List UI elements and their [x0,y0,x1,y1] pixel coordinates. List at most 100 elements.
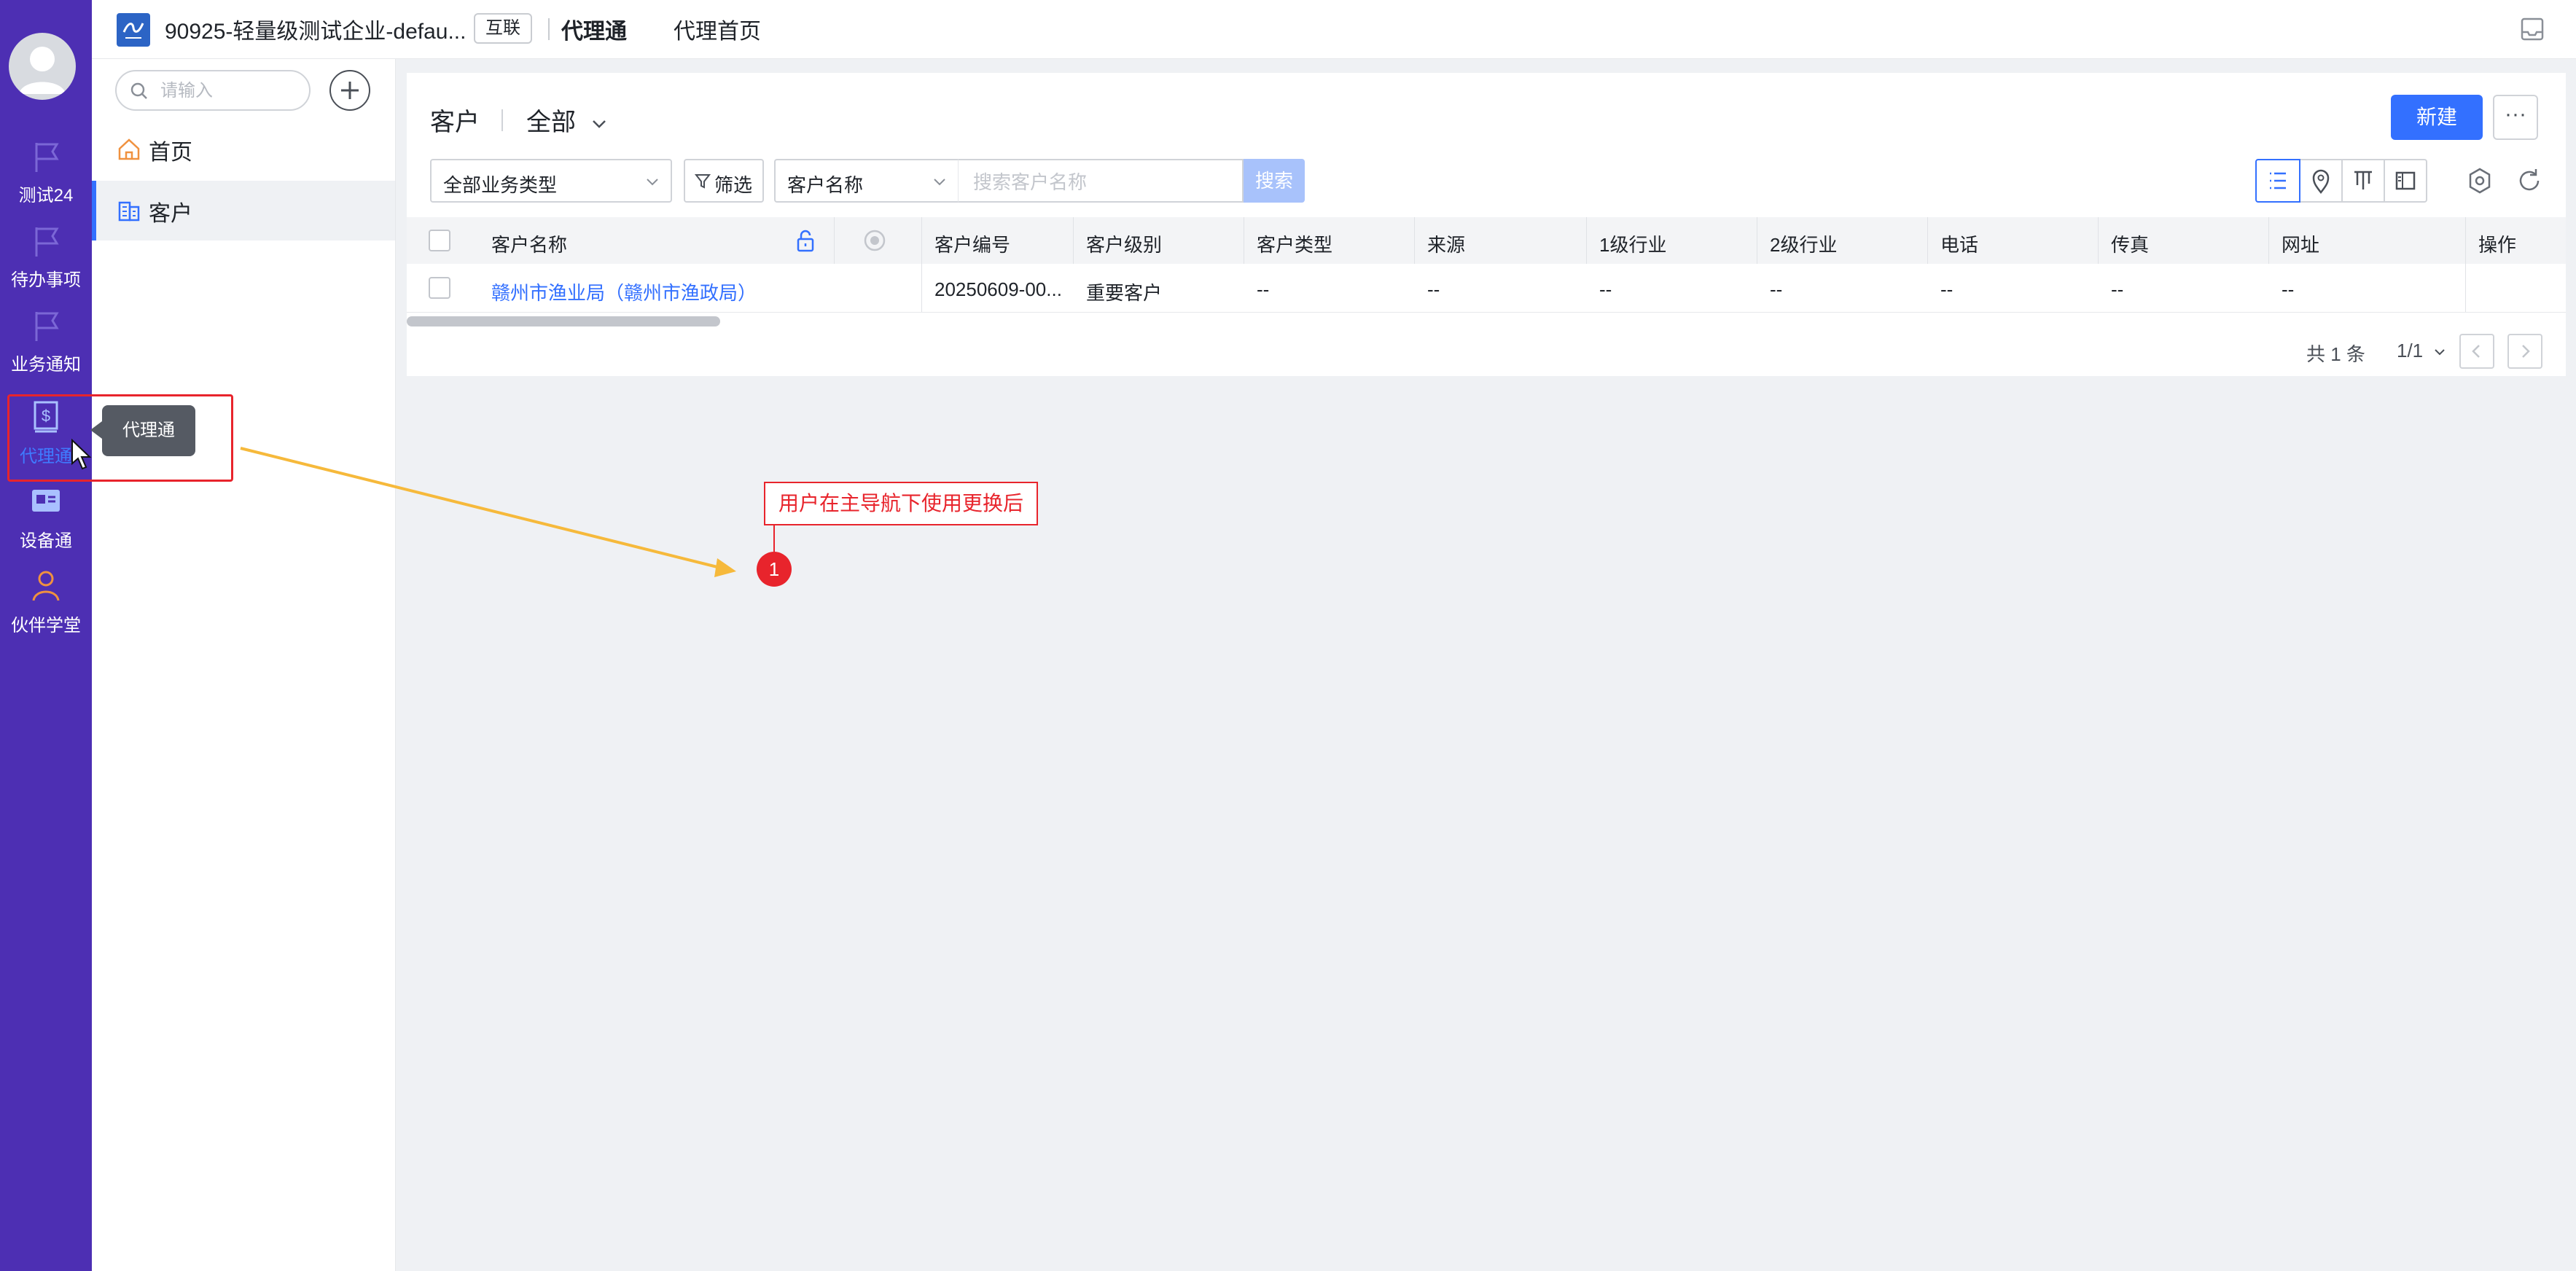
table-cell: -- [2111,278,2124,300]
secondary-sidebar [92,59,396,1271]
building-icon [118,201,140,222]
table-header: 客户名称 客户编号 客户级别 客户类型 来源 1级行业 2级行业 电话 传真 网… [407,217,2566,264]
table-cell: 20250609-00... [934,278,1062,300]
rail-item-academy[interactable]: 伙伴学堂 [0,568,92,649]
pager-page-select[interactable]: 1/1 [2397,340,2447,362]
search-field-value: 客户名称 [787,174,864,196]
search-field-select[interactable]: 客户名称 [774,159,958,203]
row-checkbox[interactable] [429,277,450,299]
rail-item-todo[interactable]: 待办事项 [0,223,92,303]
app-logo [117,13,150,47]
divider [548,18,550,40]
new-button[interactable]: 新建 [2391,95,2483,140]
refresh-icon[interactable] [2512,163,2547,198]
kanban-icon [2354,171,2372,189]
column-divider [2098,217,2099,264]
table-cell: 重要客户 [1086,282,1163,304]
select-all-checkbox[interactable] [429,230,450,251]
avatar[interactable] [9,33,76,100]
prev-page-button[interactable] [2459,334,2494,369]
rail-item-label: 测试24 [18,186,74,206]
rail-item-label: 伙伴学堂 [11,616,81,636]
view-filter-dropdown[interactable]: 全部 [526,102,609,138]
column-divider [1414,217,1415,264]
settings-icon[interactable] [2462,163,2497,198]
chevron-left-icon [2472,345,2480,358]
sidebar-item-label: 首页 [149,141,192,165]
table-cell: -- [1257,278,1270,300]
target-icon[interactable] [862,227,888,254]
column-header[interactable]: 客户编号 [934,230,1010,257]
more-button[interactable]: ··· [2493,95,2538,140]
business-type-value: 全部业务类型 [443,174,558,196]
home-icon [118,138,140,160]
column-header[interactable]: 传真 [2111,230,2149,257]
page-title: 客户 [430,109,480,136]
rail-item-label: 设备通 [20,531,72,551]
avatar-user-icon [19,47,66,94]
column-header[interactable]: 操作 [2478,230,2516,257]
app-logo-icon [122,23,144,39]
next-page-button[interactable] [2507,334,2542,369]
column-divider [2268,217,2269,264]
plus-icon [341,82,359,99]
id-card-icon [32,490,60,512]
column-header[interactable]: 客户级别 [1086,230,1162,257]
split-view-button[interactable] [2385,159,2427,203]
pager-total: 共 1 条 [2306,343,2365,365]
column-header[interactable]: 网址 [2282,230,2319,257]
sidebar-search-input[interactable] [159,79,300,103]
interconnect-badge: 互联 [474,13,532,44]
add-button[interactable] [329,70,370,111]
column-header[interactable]: 电话 [1940,230,1978,257]
view-filter-label: 全部 [526,109,576,136]
inbox-icon[interactable] [2518,15,2547,44]
flag-icon [35,143,59,172]
sidebar-item-label: 客户 [149,202,192,226]
list-icon [2270,172,2286,189]
rail-item-label: 业务通知 [11,355,81,375]
search-button[interactable]: 搜索 [1244,159,1305,203]
chevron-down-icon [934,179,945,186]
rail-item-biz-notice[interactable]: 业务通知 [0,308,92,388]
rail-item-device[interactable]: 设备通 [0,484,92,564]
app-title[interactable]: 90925-轻量级测试企业-defau... [165,13,466,45]
rail-item-test24[interactable]: 测试24 [0,138,92,219]
sidebar-item-home[interactable]: 首页 [92,120,395,179]
table-cell: -- [1940,278,1954,300]
kanban-view-button[interactable] [2343,159,2385,203]
column-header[interactable]: 客户名称 [491,230,567,257]
table-cell: -- [1599,278,1612,300]
chevron-down-icon [593,120,606,128]
filter-label: 筛选 [714,174,753,196]
lock-icon[interactable] [795,229,816,254]
sidebar-search[interactable] [115,70,311,111]
horizontal-scrollbar[interactable] [407,316,720,326]
customer-search-input[interactable] [972,169,1237,195]
column-divider [2465,217,2466,264]
business-type-select[interactable]: 全部业务类型 [430,159,672,203]
filter-button[interactable]: 筛选 [684,159,764,203]
column-divider [921,264,922,312]
sidebar-item-customer[interactable]: 客户 [92,181,395,240]
rail-item-label: 待办事项 [11,270,81,290]
chevron-right-icon [2522,345,2530,358]
column-header[interactable]: 2级行业 [1770,230,1837,257]
map-view-button[interactable] [2300,159,2343,203]
location-pin-icon [2312,169,2330,195]
nav-tooltip: 代理通 [102,405,195,456]
column-header[interactable]: 1级行业 [1599,230,1666,257]
column-header[interactable]: 客户类型 [1257,230,1332,257]
table-row[interactable]: 赣州市渔业局（赣州市渔政局） 20250609-00... 重要客户 -- --… [407,264,2566,313]
customer-search-box[interactable] [958,159,1244,203]
chevron-down-icon [2435,349,2446,356]
annotation-note: 用户在主导航下使用更换后 [764,482,1038,525]
list-view-button[interactable] [2255,159,2300,203]
column-header[interactable]: 来源 [1427,230,1465,257]
flag-icon [35,227,59,257]
funnel-icon [694,174,711,189]
agent-home-link[interactable]: 代理首页 [674,13,761,45]
module-title[interactable]: 代理通 [561,13,627,45]
table-cell: -- [1770,278,1783,300]
customer-name-link[interactable]: 赣州市渔业局（赣州市渔政局） [491,278,757,305]
